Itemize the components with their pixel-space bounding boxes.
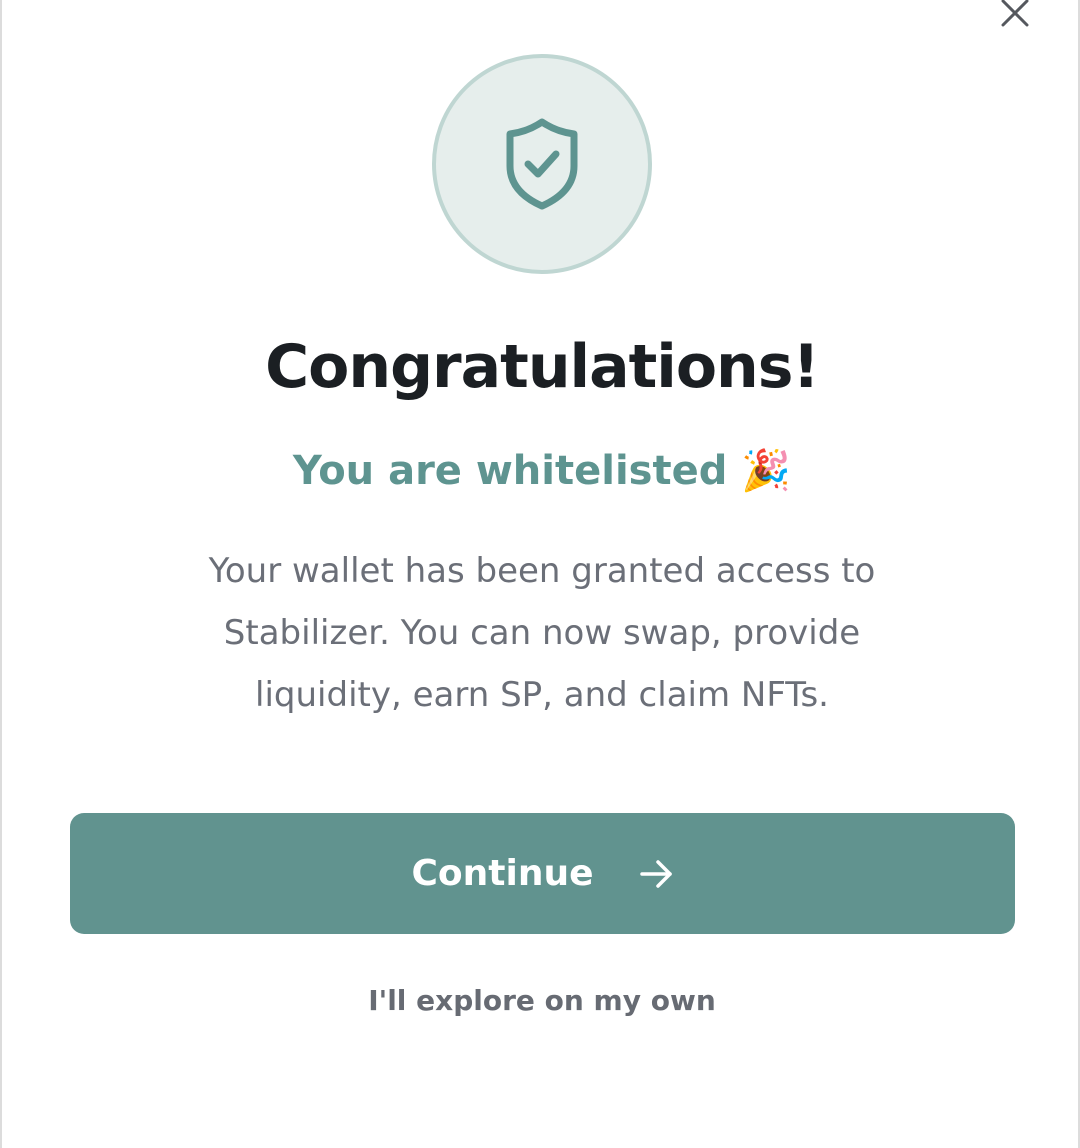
hero-badge: [432, 54, 652, 274]
close-icon: [1001, 0, 1029, 27]
close-button[interactable]: [996, 0, 1034, 32]
dialog-title: Congratulations!: [265, 332, 820, 402]
explore-on-own-link[interactable]: I'll explore on my own: [2, 984, 1080, 1017]
continue-button[interactable]: Continue: [70, 813, 1015, 934]
dialog-body-text: Your wallet has been granted access to S…: [208, 551, 876, 715]
whitelist-success-dialog: Congratulations! You are whitelisted 🎉 Y…: [0, 0, 1080, 1148]
dialog-subtitle: You are whitelisted 🎉: [292, 448, 792, 494]
arrow-right-icon: [639, 859, 674, 889]
shield-check-icon: [506, 118, 578, 210]
continue-button-label: Continue: [411, 853, 594, 894]
